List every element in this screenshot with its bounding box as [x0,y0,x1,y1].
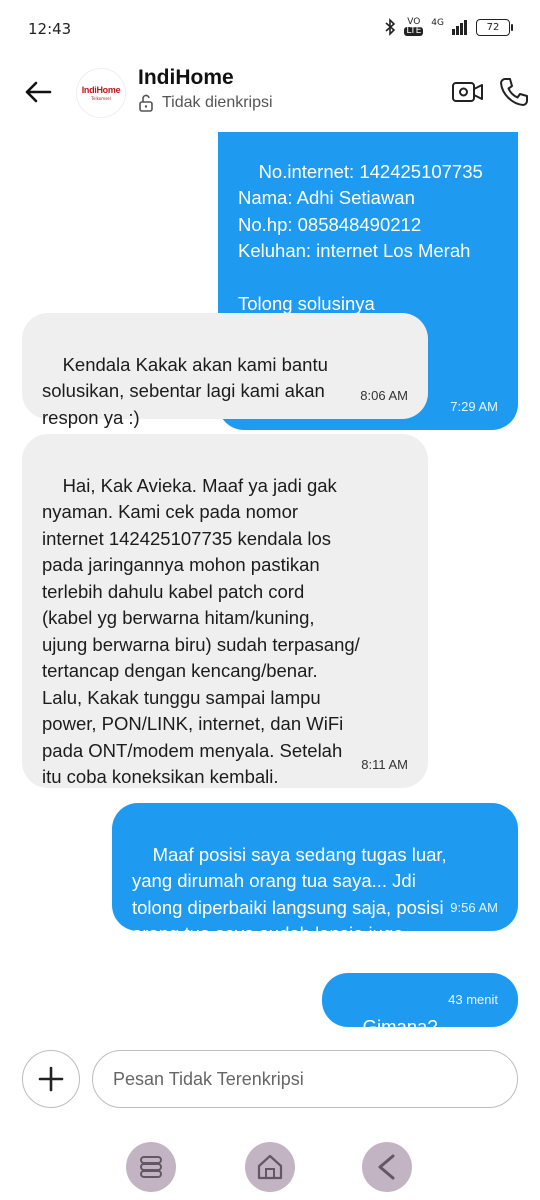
avatar-subtext: Telkomsel [91,96,111,101]
message-time: 9:56 AM [450,899,498,915]
message-time: 8:06 AM [360,387,408,403]
contact-avatar[interactable]: IndiHome Telkomsel [76,68,126,118]
back-icon [378,1154,395,1180]
recent-apps-button[interactable] [126,1142,176,1192]
compose-bar: Pesan Tidak Terenkripsi [0,1046,540,1116]
network-type: 4G [431,18,444,28]
encryption-status: Tidak dienkripsi [138,94,273,112]
recent-apps-icon [140,1156,162,1178]
message-text: Kendala Kakak akan kami bantu solusikan,… [42,353,328,428]
back-arrow-icon [25,81,52,103]
message-text: Gimana? [362,1015,438,1037]
message-time: 43 menit [448,991,498,1007]
video-call-icon [452,82,483,102]
message-bubble-outgoing[interactable]: Maaf posisi saya sedang tugas luar, yang… [112,803,518,944]
video-call-button[interactable] [450,74,486,110]
message-bubble-incoming[interactable]: Hai, Kak Avieka. Maaf ya jadi gak nyaman… [22,434,428,788]
lock-open-icon [139,94,153,112]
battery-level: 72 [486,21,500,33]
encryption-label: Tidak dienkripsi [162,94,273,111]
contact-name[interactable]: IndiHome [138,66,234,90]
message-text: Hai, Kak Avieka. Maaf ya jadi gak nyaman… [42,474,360,788]
conversation-header: IndiHome Telkomsel IndiHome Tidak dienkr… [0,56,540,132]
attach-button[interactable] [22,1050,80,1108]
home-icon [257,1154,283,1180]
message-input-placeholder: Pesan Tidak Terenkripsi [113,1068,304,1089]
back-button[interactable] [20,74,56,110]
message-bubble-incoming[interactable]: Kendala Kakak akan kami bantu solusikan,… [22,313,428,428]
battery-icon: 72 [476,18,513,36]
status-time: 12:43 [28,20,72,38]
bluetooth-icon [385,18,396,36]
plus-icon [38,1066,64,1092]
volte-badge: VO LTE [404,18,424,36]
system-nav-bar [0,1136,540,1200]
phone-icon [500,78,528,106]
message-time: 7:29 AM [450,398,498,414]
signal-icon [452,20,467,35]
phone-call-button[interactable] [496,74,532,110]
message-text: No.internet: 142425107735 Nama: Adhi Set… [238,160,483,315]
status-icons: VO LTE 4G 72 [384,18,513,36]
message-text: Maaf posisi saya sedang tugas luar, yang… [132,843,447,945]
lte-text: LTE [404,26,424,36]
message-list[interactable]: No.internet: 142425107735 Nama: Adhi Set… [0,118,540,1037]
message-input[interactable]: Pesan Tidak Terenkripsi [92,1050,518,1108]
back-nav-button[interactable] [362,1142,412,1192]
avatar-brand-text: IndiHome [81,85,121,95]
message-time: 8:11 AM [361,756,408,772]
message-bubble-outgoing[interactable]: Gimana? 43 menit [322,973,518,1037]
status-bar: 12:43 VO LTE 4G 72 [0,0,540,56]
home-button[interactable] [245,1142,295,1192]
